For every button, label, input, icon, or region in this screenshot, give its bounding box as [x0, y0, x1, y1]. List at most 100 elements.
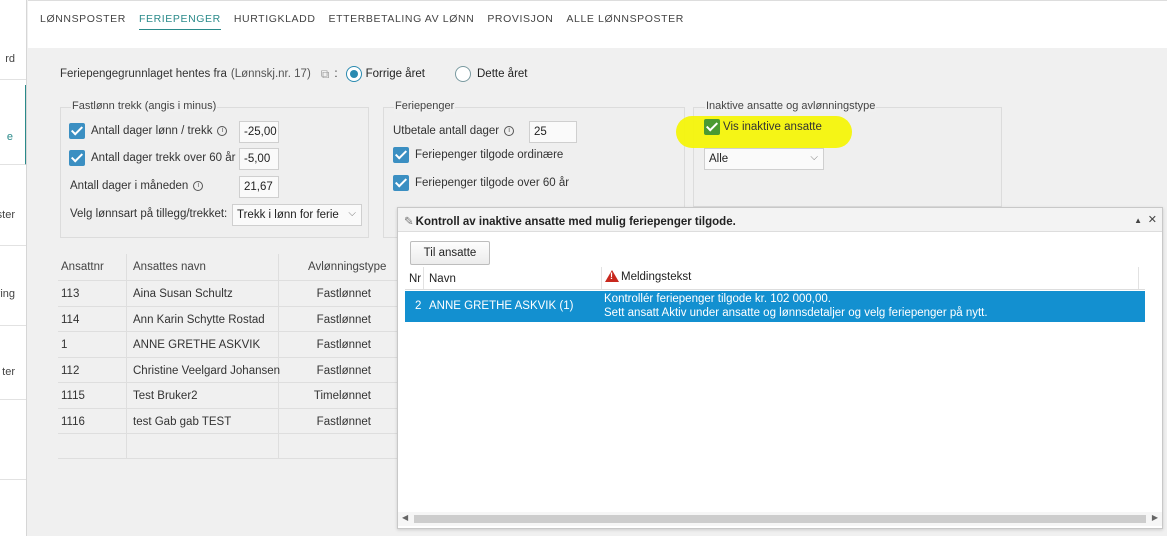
table-row[interactable]: 1 ANNE GRETHE ASKVIK Fastlønnet: [58, 331, 398, 357]
cell-type: Fastlønnet: [316, 339, 371, 351]
sidebar-item-3[interactable]: ster: [0, 166, 26, 246]
scroll-right-icon[interactable]: ▶: [1152, 513, 1158, 522]
show-inactive-label: Vis inaktive ansatte: [723, 121, 822, 133]
sidebar-item-2[interactable]: e: [0, 85, 26, 165]
radio-dette-aret[interactable]: [455, 66, 471, 82]
cell-type: Fastlønnet: [316, 288, 371, 300]
pay-days-label: Utbetale antall dager: [393, 125, 500, 137]
cell-nr: 1115: [61, 390, 85, 402]
source-row: Feriepengegrunnlaget hentes fra (Lønnskj…: [60, 66, 528, 82]
month-label: Antall dager i måneden: [70, 180, 189, 192]
header-name[interactable]: Ansattes navn: [133, 261, 206, 273]
grid-row-selected[interactable]: 2 ANNE GRETHE ASKVIK (1) Kontrollér feri…: [405, 291, 1145, 322]
show-inactive-checkbox[interactable]: [704, 119, 720, 135]
month-input[interactable]: 21,67: [239, 176, 279, 198]
over60-label: Feriepenger tilgode over 60 år: [415, 177, 570, 189]
table-row[interactable]: 113 Aina Susan Schultz Fastlønnet: [58, 280, 398, 306]
radio-forrige-aret[interactable]: [345, 66, 362, 82]
days-checkbox[interactable]: [69, 123, 85, 139]
cell-nr: 113: [61, 288, 80, 300]
cell-type: Fastlønnet: [316, 415, 371, 428]
header-navn[interactable]: Navn: [429, 273, 456, 285]
tab-feriepenger[interactable]: FERIEPENGER: [138, 13, 221, 30]
info-icon: i: [217, 126, 228, 136]
table-row[interactable]: 1115 Test Bruker2 Timelønnet: [58, 382, 398, 408]
lonnsart-select[interactable]: Trekk i lønn for ferie ⌵: [232, 204, 362, 226]
pay-days-input[interactable]: 25: [529, 121, 577, 143]
row-message-line2: Sett ansatt Aktiv under ansatte og lønns…: [604, 307, 988, 319]
cell-nr: 112: [61, 364, 80, 377]
horizontal-scrollbar[interactable]: ◀ ▶: [398, 512, 1162, 526]
days-label: Antall dager lønn / trekk: [91, 125, 213, 137]
inactive-control-dialog: ✎ Kontroll av inaktive ansatte med mulig …: [397, 207, 1163, 529]
days60-checkbox[interactable]: [69, 150, 85, 166]
cell-name: ANNE GRETHE ASKVIK: [133, 339, 261, 351]
row-name: ANNE GRETHE ASKVIK (1): [429, 300, 574, 312]
lonnsart-value: Trekk i lønn for ferie: [237, 209, 339, 221]
row-message-line1: Kontrollér feriepenger tilgode kr. 102 0…: [604, 293, 831, 305]
source-ref: (Lønnskj.nr. 17): [230, 68, 311, 80]
radio-label-forrige: Forrige året: [365, 68, 425, 80]
cell-name: Ann Karin Schytte Rostad: [133, 313, 265, 326]
copy-icon[interactable]: ⧉: [321, 67, 330, 82]
cell-name: Christine Veelgard Johansen: [133, 364, 281, 377]
minimize-icon[interactable]: ▲: [1134, 216, 1142, 225]
tab-alle-lonnsposter[interactable]: ALLE LØNNSPOSTER: [566, 13, 684, 30]
header-ansattnr[interactable]: Ansattnr: [61, 261, 104, 273]
cell-name: Test Bruker2: [133, 390, 198, 402]
fastlonn-group: Fastlønn trekk (angis i minus) Antall da…: [60, 100, 369, 238]
scroll-left-icon[interactable]: ◀: [402, 513, 408, 522]
days-input[interactable]: -25,00: [239, 121, 279, 143]
sidebar-item-4[interactable]: ring: [0, 246, 26, 326]
feriepenger-title: Feriepenger: [394, 100, 456, 112]
tab-hurtigkladd[interactable]: HURTIGKLADD: [234, 13, 316, 30]
dialog-title: Kontroll av inaktive ansatte med mulig f…: [415, 216, 736, 228]
days60-input[interactable]: -5,00: [239, 148, 279, 170]
tab-etterbetaling[interactable]: ETTERBETALING AV LØNN: [329, 13, 475, 30]
header-type[interactable]: Avlønningstype: [308, 261, 386, 273]
cell-type: Timelønnet: [313, 390, 371, 402]
til-ansatte-button[interactable]: Til ansatte: [410, 241, 490, 265]
cell-nr: 1116: [61, 415, 85, 428]
sidebar-item-5[interactable]: ter: [0, 320, 26, 400]
ordinary-checkbox[interactable]: [393, 147, 409, 163]
header-meldingstekst[interactable]: Meldingstekst: [605, 270, 691, 283]
dialog-titlebar[interactable]: ✎ Kontroll av inaktive ansatte med mulig …: [398, 208, 1162, 232]
employee-table: Ansattnr Ansattes navn Avlønningstype 11…: [58, 254, 398, 459]
over60-checkbox[interactable]: [393, 175, 409, 191]
inactive-filter-select[interactable]: Alle ⌵: [704, 148, 824, 170]
type-label: Velg lønnsart på tillegg/trekket:: [70, 208, 228, 220]
table-row[interactable]: 114 Ann Karin Schytte Rostad Fastlønnet: [58, 305, 398, 332]
source-colon: :: [334, 68, 338, 80]
days60-label: Antall dager trekk over 60 år: [91, 152, 236, 164]
cell-type: Fastlønnet: [316, 313, 371, 326]
close-icon[interactable]: ✕: [1148, 213, 1157, 226]
show-inactive-row: Vis inaktive ansatte: [704, 119, 822, 135]
table-row[interactable]: 1116 test Gab gab TEST Fastlønnet: [58, 407, 398, 434]
sidebar-item-1[interactable]: rd: [0, 0, 26, 80]
info-icon: i: [504, 126, 515, 136]
sidebar-item-label: e: [6, 131, 13, 143]
sidebar: rd e ster ring ter: [0, 0, 27, 536]
inactive-title: Inaktive ansatte og avlønningstype: [705, 100, 877, 112]
sidebar-item-label: ter: [2, 366, 15, 378]
fastlonn-title: Fastlønn trekk (angis i minus): [71, 100, 218, 112]
sidebar-item-label: ster: [0, 209, 15, 221]
tab-provisjon[interactable]: PROVISJON: [487, 13, 553, 30]
header-nr[interactable]: Nr: [409, 273, 421, 285]
table-row-empty: [58, 433, 398, 459]
source-label: Feriepengegrunnlaget hentes fra: [60, 68, 227, 80]
grid-header: Nr Navn Meldingstekst: [405, 267, 1145, 290]
row-nr: 2: [415, 300, 422, 312]
sidebar-item-6[interactable]: [0, 400, 26, 480]
ordinary-label: Feriepenger tilgode ordinære: [415, 149, 564, 161]
chevron-down-icon: ⌵: [348, 208, 356, 219]
table-row[interactable]: 112 Christine Veelgard Johansen Fastlønn…: [58, 356, 398, 383]
radio-label-dette: Dette året: [477, 68, 528, 80]
cell-name: test Gab gab TEST: [133, 415, 232, 428]
header-meldingstekst-label: Meldingstekst: [621, 271, 692, 283]
tab-lonnsposter[interactable]: LØNNSPOSTER: [40, 13, 126, 30]
sidebar-item-label: ring: [0, 288, 15, 300]
cell-nr: 1: [61, 339, 68, 351]
scroll-thumb[interactable]: [414, 515, 1146, 523]
